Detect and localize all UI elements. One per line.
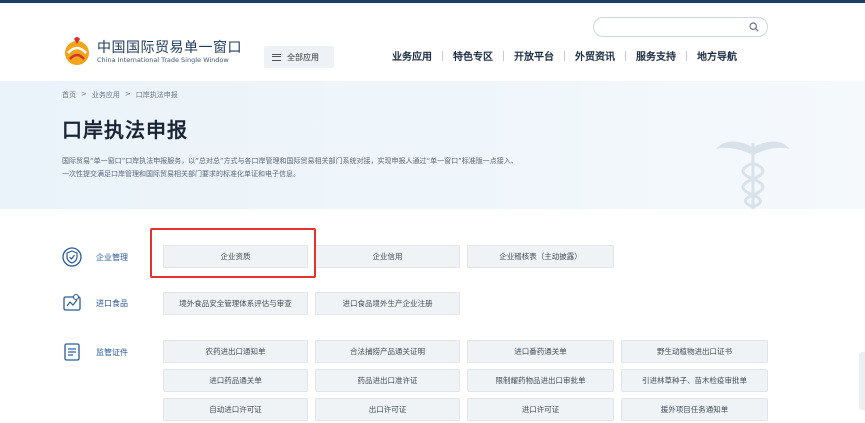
nav-open-platform[interactable]: 开放平台 [514,48,554,63]
certificate-icon [64,343,80,361]
section-label-enterprise-management: 企业管理 [96,253,128,262]
all-apps-label: 全部应用 [287,52,319,62]
breadcrumb-home[interactable]: 首页 [62,90,76,100]
tile-enterprise-audit-form[interactable]: 企业稽核表（主动披露） [467,245,614,268]
nav-service-support[interactable]: 服务支持 [636,48,676,63]
breadcrumb-business-apps[interactable]: 业务应用 [92,90,120,100]
tile-overseas-food-safety-review[interactable]: 境外食品安全管理体系评估与审查 [163,292,308,315]
description-line-1: 国际贸易“单一窗口”口岸执法申报服务，以“总对总”方式与各口岸管理和国际贸易相关… [62,157,518,165]
tile-drug-import-export-permit[interactable]: 药品进出口准许证 [315,369,460,392]
nav-divider [503,50,504,61]
nav-business-apps[interactable]: 业务应用 [392,48,432,63]
search-input[interactable] [604,20,744,34]
site-header: 中国国际贸易单一窗口 China International Trade Sin… [0,3,865,81]
nav-local-navigation[interactable]: 地方导航 [697,48,737,63]
food-import-icon [63,293,81,311]
all-apps-button[interactable]: 全部应用 [264,46,334,68]
site-name-cn[interactable]: 中国国际贸易单一窗口 [97,37,242,57]
breadcrumb-separator: > [81,90,87,98]
tile-pesticide-import-export-notice[interactable]: 农药进出口通知单 [163,340,308,363]
caduceus-watermark-icon [716,141,790,209]
description-line-2: 一次性提交满足口岸管理和国际贸易相关部门要求的标准化单证和电子信息。 [62,170,300,178]
breadcrumb: 首页 > 业务应用 > 口岸执法申报 [62,90,178,100]
tile-enterprise-credit[interactable]: 企业信用 [315,245,460,268]
nav-featured-zone[interactable]: 特色专区 [453,48,493,63]
breadcrumb-separator: > [124,90,131,98]
nav-divider [442,50,443,61]
tile-import-veterinary-clearance[interactable]: 进口番药通关单 [467,340,614,363]
nav-divider [625,50,626,61]
tile-enterprise-qualification[interactable]: 企业资质 [163,245,308,268]
tile-wildlife-import-export-certificate[interactable]: 野生动植物进出口证书 [621,340,768,363]
breadcrumb-current: 口岸执法申报 [135,91,178,99]
page-description: 国际贸易“单一窗口”口岸执法申报服务，以“总对总”方式与各口岸管理和国际贸易相关… [62,155,518,181]
tile-import-license[interactable]: 进口许可证 [467,398,614,421]
section-label-regulatory-certificates: 监管证件 [96,348,128,357]
scrollbar-edge[interactable] [859,352,865,410]
nav-divider [564,50,565,61]
search-icon[interactable] [749,22,759,32]
logo-icon[interactable] [62,33,92,69]
tile-legal-fishing-customs-proof[interactable]: 合法捕捞产品通关证明 [315,340,460,363]
tile-foreign-aid-task-notice[interactable]: 援外项目任务通知单 [621,398,768,421]
tile-automatic-import-license[interactable]: 自动进口许可证 [163,398,308,421]
nav-divider [686,50,687,61]
tile-export-license[interactable]: 出口许可证 [315,398,460,421]
menu-icon [272,53,281,61]
tile-overseas-producer-registration[interactable]: 进口食品境外生产企业注册 [315,292,460,315]
shield-icon [62,247,82,267]
site-name-en: China International Trade Single Window [97,56,229,64]
main-nav: 业务应用 特色专区 开放平台 外贸资讯 服务支持 地方导航 [392,48,737,63]
page-title: 口岸执法申报 [62,118,188,142]
tile-imported-drug-clearance[interactable]: 进口药品通关单 [163,369,308,392]
page-hero: 首页 > 业务应用 > 口岸执法申报 口岸执法申报 国际贸易“单一窗口”口岸执法… [0,81,865,209]
section-label-imported-food: 进口食品 [96,299,128,308]
tile-seedling-quarantine-approval[interactable]: 引进林草种子、苗木检疫审批单 [621,369,768,392]
search-box[interactable] [593,17,768,37]
tile-restricted-drug-approval[interactable]: 限制耀药物品进出口审批单 [467,369,614,392]
nav-trade-news[interactable]: 外贸资讯 [575,48,615,63]
